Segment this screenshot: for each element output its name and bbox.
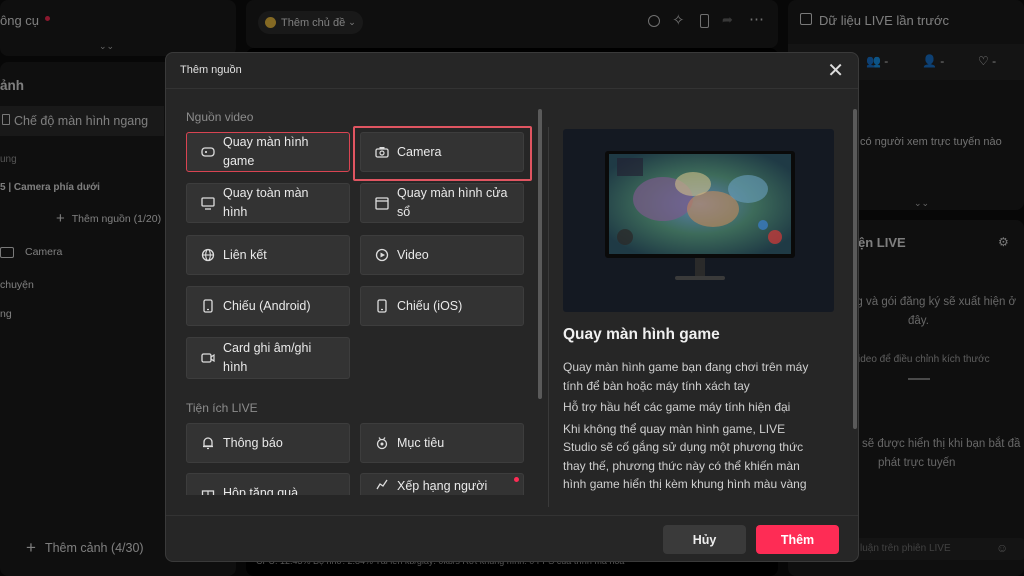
source-label: Chiếu (iOS) <box>397 298 463 313</box>
dialog-title: Thêm nguồn <box>180 64 242 76</box>
dialog-footer: Hủy Thêm <box>166 515 858 563</box>
tools-row-clip: Hộp tặng quà Xếp hạng người <box>186 473 546 495</box>
target-icon <box>375 436 389 450</box>
detail-paragraph: Quay màn hình game bạn đang chơi trên má… <box>563 360 809 393</box>
tool-label: Thông báo <box>223 435 283 450</box>
source-video[interactable]: Video <box>360 235 524 275</box>
detail-paragraph: Khi không thể quay màn hình game, LIVE S… <box>563 421 807 492</box>
globe-icon <box>201 248 215 262</box>
source-window-capture[interactable]: Quay màn hình cửa sổ <box>360 183 524 223</box>
play-icon <box>375 248 389 262</box>
source-cast-ios[interactable]: Chiếu (iOS) <box>360 286 524 326</box>
ranking-icon <box>375 477 389 491</box>
bell-icon <box>201 436 215 450</box>
selection-highlight <box>353 126 532 181</box>
source-preview-image <box>563 129 834 312</box>
cancel-button[interactable]: Hủy <box>663 525 746 554</box>
tool-label: Hộp tặng quà <box>223 485 299 496</box>
window-icon <box>375 196 389 210</box>
add-source-dialog: Thêm nguồn ✕ Nguồn video Quay màn hình g… <box>165 52 859 562</box>
live-tools-heading: Tiện ích LIVE <box>186 401 258 415</box>
tool-label: Mục tiêu <box>397 435 445 450</box>
tool-notification[interactable]: Thông báo <box>186 423 350 463</box>
monitor-icon <box>201 196 215 210</box>
dialog-header: Thêm nguồn ✕ <box>166 53 858 89</box>
add-button[interactable]: Thêm <box>756 525 839 554</box>
tool-ranking[interactable]: Xếp hạng người <box>360 473 524 495</box>
source-detail-description: Quay màn hình game bạn đang chơi trên má… <box>563 358 819 493</box>
tool-label: Xếp hạng người <box>397 479 488 493</box>
tool-gift-box[interactable]: Hộp tặng quà <box>186 473 350 495</box>
source-label: Quay toàn màn hình <box>223 186 309 219</box>
source-cast-android[interactable]: Chiếu (Android) <box>186 286 350 326</box>
source-game-capture[interactable]: Quay màn hình game <box>186 132 350 172</box>
source-list-scrollbar[interactable] <box>538 109 542 399</box>
source-capture-card[interactable]: Card ghi âm/ghi hình <box>186 337 350 379</box>
phone-icon <box>201 299 215 313</box>
close-icon[interactable]: ✕ <box>827 61 844 81</box>
source-label: Quay màn hình cửa sổ <box>397 186 508 219</box>
source-label: Liên kết <box>223 247 267 262</box>
gift-icon <box>201 486 215 495</box>
phone-icon <box>375 299 389 313</box>
source-label: Card ghi âm/ghi hình <box>223 341 312 374</box>
source-label: Video <box>397 247 429 262</box>
source-label: Quay màn hình game <box>223 135 309 168</box>
source-detail-title: Quay màn hình game <box>563 326 720 343</box>
capture-card-icon <box>201 351 215 365</box>
gamepad-icon <box>201 145 215 159</box>
source-label: Chiếu (Android) <box>223 298 311 313</box>
detail-scrollbar[interactable] <box>853 109 857 429</box>
new-dot <box>514 477 519 482</box>
detail-paragraph: Hỗ trợ hầu hết các game máy tính hiện đạ… <box>563 400 791 414</box>
divider <box>548 127 549 507</box>
tool-goal[interactable]: Mục tiêu <box>360 423 524 463</box>
video-sources-heading: Nguồn video <box>186 110 254 124</box>
source-link[interactable]: Liên kết <box>186 235 350 275</box>
source-full-screen[interactable]: Quay toàn màn hình <box>186 183 350 223</box>
